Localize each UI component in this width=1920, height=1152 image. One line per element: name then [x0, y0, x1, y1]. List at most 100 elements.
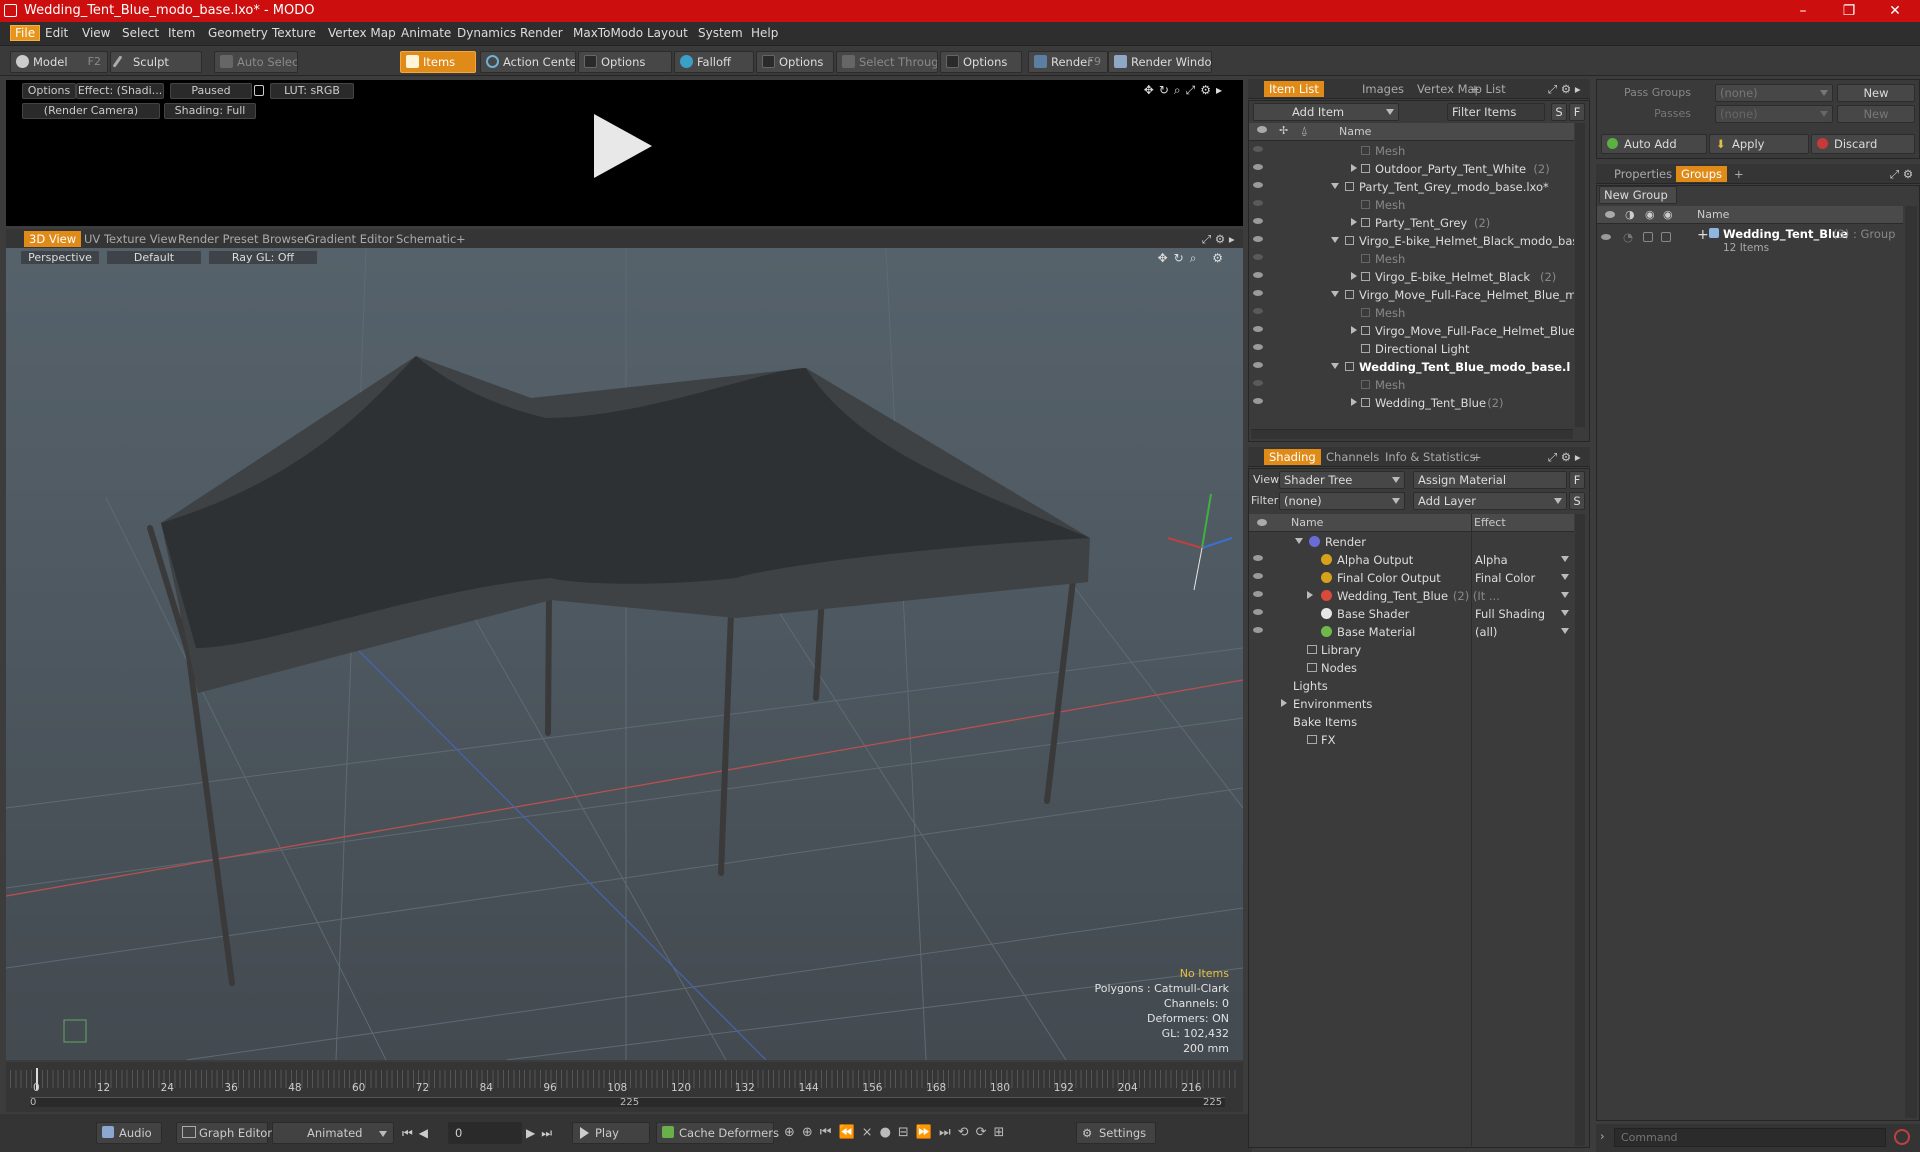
render-toggle-icon[interactable]: ◔ — [1623, 230, 1633, 244]
shader-row[interactable]: Render — [1249, 533, 1574, 551]
select-toggle-icon[interactable] — [1661, 232, 1671, 242]
chevron-down-icon[interactable] — [1331, 183, 1339, 189]
falloff-options-button[interactable]: Options — [756, 51, 834, 73]
eye-icon[interactable] — [1253, 182, 1263, 188]
lock-icon[interactable] — [254, 85, 264, 96]
filter-dropdown[interactable]: (none) — [1279, 492, 1405, 510]
auto-add-button[interactable]: Auto Add — [1601, 134, 1707, 154]
play-button[interactable]: Play — [572, 1122, 650, 1144]
chevron-down-icon[interactable] — [1295, 538, 1303, 544]
chevron-down-icon[interactable] — [1561, 574, 1569, 580]
item-row[interactable]: Virgo_Move_Full-Face_Helmet_Blue_mod... — [1249, 286, 1574, 304]
3d-viewport[interactable]: Perspective Default Ray GL: Off ✥↻⌕ ⚙ No… — [6, 248, 1243, 1060]
item-list-hscrollbar[interactable] — [1251, 429, 1573, 439]
shader-row[interactable]: Bake Items — [1249, 713, 1574, 731]
item-row[interactable]: Party_Tent_Grey (2) — [1249, 214, 1574, 232]
discard-button[interactable]: Discard — [1811, 134, 1915, 154]
skip-forward-icons[interactable]: ▶⏭ — [526, 1126, 558, 1141]
chevron-right-icon[interactable] — [1281, 699, 1287, 707]
frame-input[interactable]: 0 — [448, 1122, 522, 1144]
menu-help[interactable]: Help — [751, 26, 778, 40]
expand-gear-icon[interactable]: ⤢ ⚙ ▸ — [1548, 82, 1581, 97]
eye-icon[interactable] — [1253, 290, 1263, 296]
group-row[interactable]: ◔ + Wedding_Tent_Blue (3) : Group 12 Ite… — [1597, 226, 1903, 258]
shader-row[interactable]: Lights — [1249, 677, 1574, 695]
tab-images[interactable]: Images — [1362, 82, 1404, 96]
action-center-options-button[interactable]: Options — [578, 51, 672, 73]
render-options-button[interactable]: Options — [22, 83, 76, 99]
record-icon[interactable] — [1894, 1129, 1910, 1145]
render-window-button[interactable]: Render Window — [1108, 51, 1212, 73]
add-tab-button[interactable]: + — [456, 232, 466, 246]
item-row[interactable]: Mesh — [1249, 376, 1574, 394]
chevron-down-icon[interactable] — [1331, 363, 1339, 369]
s-button[interactable]: S — [1569, 492, 1585, 510]
minimize-button[interactable]: – — [1780, 0, 1826, 22]
item-row[interactable]: Mesh — [1249, 142, 1574, 160]
tab-item-list[interactable]: Item List — [1264, 81, 1324, 97]
eye-icon[interactable] — [1253, 362, 1263, 368]
action-center-button[interactable]: Action Center — [480, 51, 576, 73]
item-row[interactable]: Mesh — [1249, 196, 1574, 214]
shader-row[interactable]: FX — [1249, 731, 1574, 749]
shader-row[interactable]: Final Color Output Final Color — [1249, 569, 1574, 587]
item-row[interactable]: Party_Tent_Grey_modo_base.lxo* — [1249, 178, 1574, 196]
perspective-dropdown[interactable]: Perspective — [20, 250, 100, 265]
chevron-right-icon[interactable] — [1351, 326, 1357, 334]
render-preview[interactable]: Options Effect: (Shadi... Paused LUT: sR… — [6, 80, 1243, 226]
eye-icon[interactable] — [1253, 272, 1263, 278]
items-mode-button[interactable]: Items — [400, 51, 476, 73]
menu-geometry[interactable]: Geometry — [208, 26, 268, 40]
render-nav-icons[interactable]: ✥↻⌕⤢⚙▸ — [1144, 83, 1227, 98]
eye-icon[interactable] — [1253, 627, 1263, 633]
eye-icon[interactable] — [1253, 200, 1263, 206]
chevron-down-icon[interactable] — [1331, 291, 1339, 297]
menu-layout[interactable]: Layout — [647, 26, 688, 40]
shading-dropdown[interactable]: Shading: Full — [164, 103, 256, 119]
f-button[interactable]: F — [1569, 471, 1585, 489]
shader-row[interactable]: Alpha Output Alpha — [1249, 551, 1574, 569]
menu-system[interactable]: System — [698, 26, 743, 40]
effect-value[interactable]: Alpha — [1475, 553, 1508, 567]
shader-row[interactable]: Environments — [1249, 695, 1574, 713]
chevron-right-icon[interactable] — [1307, 591, 1313, 599]
viewport-nav-icons[interactable]: ✥↻⌕ ⚙ — [1158, 251, 1229, 266]
new-group-button[interactable]: New Group — [1599, 186, 1677, 204]
cache-deformers-button[interactable]: Cache Deformers — [656, 1122, 779, 1144]
menu-maxtomodo[interactable]: MaxToModo — [573, 26, 643, 40]
eye-icon[interactable] — [1601, 234, 1611, 240]
menu-texture[interactable]: Texture — [272, 26, 316, 40]
view-dropdown[interactable]: Shader Tree — [1279, 471, 1405, 489]
apply-button[interactable]: ⬇ Apply — [1709, 134, 1809, 154]
expand-plus-icon[interactable]: + — [1697, 227, 1709, 243]
tab-groups[interactable]: Groups — [1676, 166, 1728, 182]
select-through-options-button[interactable]: Options — [940, 51, 1022, 73]
new-pass-group-button[interactable]: New — [1837, 84, 1915, 102]
eye-icon[interactable] — [1253, 218, 1263, 224]
expand-gear-icon[interactable]: ⤢ ⚙ — [1890, 167, 1913, 182]
audio-button[interactable]: Audio — [96, 1122, 162, 1144]
shader-row[interactable]: Wedding_Tent_Blue (2) (It ... — [1249, 587, 1574, 605]
filter-items-input[interactable]: Filter Items — [1447, 103, 1545, 121]
effect-value[interactable]: (all) — [1475, 625, 1497, 639]
tab-schematic[interactable]: Schematic — [396, 232, 456, 246]
skip-back-icons[interactable]: ⏮◀ — [402, 1126, 434, 1141]
menu-view[interactable]: View — [82, 26, 110, 40]
eye-icon[interactable] — [1253, 573, 1263, 579]
item-row[interactable]: Directional Light — [1249, 340, 1574, 358]
animated-dropdown[interactable]: Animated — [272, 1122, 394, 1144]
item-row[interactable]: Mesh — [1249, 304, 1574, 322]
close-button[interactable]: ✕ — [1872, 0, 1918, 22]
eye-icon[interactable] — [1253, 326, 1263, 332]
add-item-dropdown[interactable]: Add Item — [1253, 103, 1399, 121]
chevron-down-icon[interactable] — [1561, 556, 1569, 562]
shader-tree-scrollbar[interactable] — [1575, 514, 1585, 1146]
eye-icon[interactable] — [1253, 164, 1263, 170]
tab-properties[interactable]: Properties — [1614, 167, 1672, 181]
chevron-down-icon[interactable] — [1561, 628, 1569, 634]
raygl-dropdown[interactable]: Ray GL: Off — [208, 250, 318, 265]
key-tools-icons[interactable]: ⊕⊕⏮⏪⨯●⊟⏩⏭⟲⟳⊞ — [784, 1125, 1011, 1140]
tab-shading[interactable]: Shading — [1264, 449, 1321, 465]
menu-select[interactable]: Select — [122, 26, 159, 40]
menu-file[interactable]: File — [10, 25, 41, 41]
